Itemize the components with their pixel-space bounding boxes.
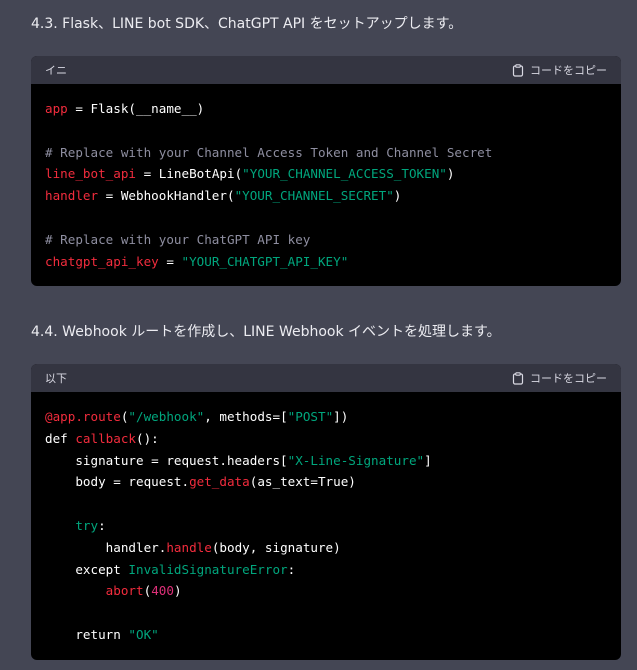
code-token: = LineBotApi( xyxy=(136,166,243,182)
code-line: handler.handle(body, signature) xyxy=(45,537,607,559)
clipboard-icon xyxy=(512,371,524,385)
code-token: (): xyxy=(136,430,159,446)
code-token: "YOUR_CHANNEL_SECRET" xyxy=(234,188,394,204)
code-token: "X-Line-Signature" xyxy=(287,452,425,468)
code-line: app = Flask(__name__) xyxy=(45,98,607,120)
code-token: abort xyxy=(105,583,144,599)
code-token: chatgpt_api_key xyxy=(45,253,159,269)
code-token: "YOUR_CHANNEL_ACCESS_TOKEN" xyxy=(242,166,447,182)
code-line: line_bot_api = LineBotApi("YOUR_CHANNEL_… xyxy=(45,163,607,185)
section-heading-setup: 4.3. Flask、LINE bot SDK、ChatGPT API をセット… xyxy=(31,16,463,32)
code-line: signature = request.headers["X-Line-Sign… xyxy=(45,450,607,472)
code-token: signature = request.headers[ xyxy=(45,452,288,468)
code-token: return xyxy=(45,626,129,642)
code-line: return "OK" xyxy=(45,624,607,646)
code-line: @app.route("/webhook", methods=["POST"]) xyxy=(45,406,607,428)
code-token: app xyxy=(45,101,68,116)
code-line: body = request.get_data(as_text=True) xyxy=(45,471,607,493)
copy-code-label: コードをコピー xyxy=(530,64,607,77)
code-language-label: イニ xyxy=(45,64,67,77)
copy-code-label: コードをコピー xyxy=(530,372,607,385)
code-line: def callback(): xyxy=(45,428,607,450)
code-token: "/webhook" xyxy=(128,409,205,424)
code-token: body = request. xyxy=(45,474,190,490)
code-token: @app.route xyxy=(45,409,121,424)
code-token: "OK" xyxy=(128,626,159,642)
code-token: get_data xyxy=(189,474,250,490)
code-line: except InvalidSignatureError: xyxy=(45,559,607,581)
code-token: try xyxy=(75,517,99,533)
code-token: InvalidSignatureError xyxy=(128,561,288,577)
code-token: ]) xyxy=(333,409,349,424)
code-line: try: xyxy=(45,515,607,537)
code-token: = xyxy=(158,253,182,269)
code-token: (body, signature) xyxy=(211,539,341,555)
code-token: ] xyxy=(424,452,432,468)
code-token: "POST" xyxy=(287,409,334,424)
code-token: : xyxy=(98,517,106,533)
code-content: @app.route("/webhook", methods=["POST"])… xyxy=(31,392,621,660)
code-token: : xyxy=(287,561,296,577)
code-token: , methods=[ xyxy=(204,409,288,424)
code-token: line_bot_api xyxy=(45,166,136,182)
code-line: abort(400) xyxy=(45,580,607,602)
code-token: # Replace with your Channel Access Token… xyxy=(45,144,493,160)
code-token: handler xyxy=(45,188,99,204)
copy-code-button[interactable]: コードをコピー xyxy=(512,62,607,78)
code-line: chatgpt_api_key = "YOUR_CHATGPT_API_KEY" xyxy=(45,251,607,273)
code-token: (as_text=True) xyxy=(249,474,356,490)
code-token: except xyxy=(45,561,129,577)
code-line: # Replace with your ChatGPT API key xyxy=(45,229,607,251)
code-block-header: 以下 コードをコピー xyxy=(31,364,621,392)
code-token: = Flask(__name__) xyxy=(67,101,205,116)
code-content: app = Flask(__name__) # Replace with your… xyxy=(31,84,621,286)
code-token: ) xyxy=(393,188,402,204)
section-heading-webhook: 4.4. Webhook ルートを作成し、LINE Webhook イベントを処… xyxy=(31,324,501,340)
code-block-header: イニ コードをコピー xyxy=(31,56,621,84)
copy-code-button[interactable]: コードをコピー xyxy=(512,370,607,386)
code-token: = WebhookHandler( xyxy=(98,188,235,204)
clipboard-icon xyxy=(512,63,524,77)
code-block-setup: イニ コードをコピー app = Flask(__name__) # Replac… xyxy=(31,56,621,287)
code-token: 400 xyxy=(151,583,174,599)
code-line: # Replace with your Channel Access Token… xyxy=(45,142,607,164)
code-token: ) xyxy=(173,583,182,599)
code-line: handler = WebhookHandler("YOUR_CHANNEL_S… xyxy=(45,185,607,207)
code-token: # Replace with your ChatGPT API key xyxy=(45,231,311,247)
code-token: ) xyxy=(446,166,455,182)
code-token: handle xyxy=(166,539,212,555)
code-token: callback xyxy=(75,430,137,446)
code-token: handler. xyxy=(45,539,167,555)
code-language-label: 以下 xyxy=(45,372,67,385)
code-token: "YOUR_CHATGPT_API_KEY" xyxy=(181,253,349,269)
code-token: def xyxy=(45,430,76,446)
code-block-webhook: 以下 コードをコピー @app.route("/webhook", method… xyxy=(31,364,621,660)
